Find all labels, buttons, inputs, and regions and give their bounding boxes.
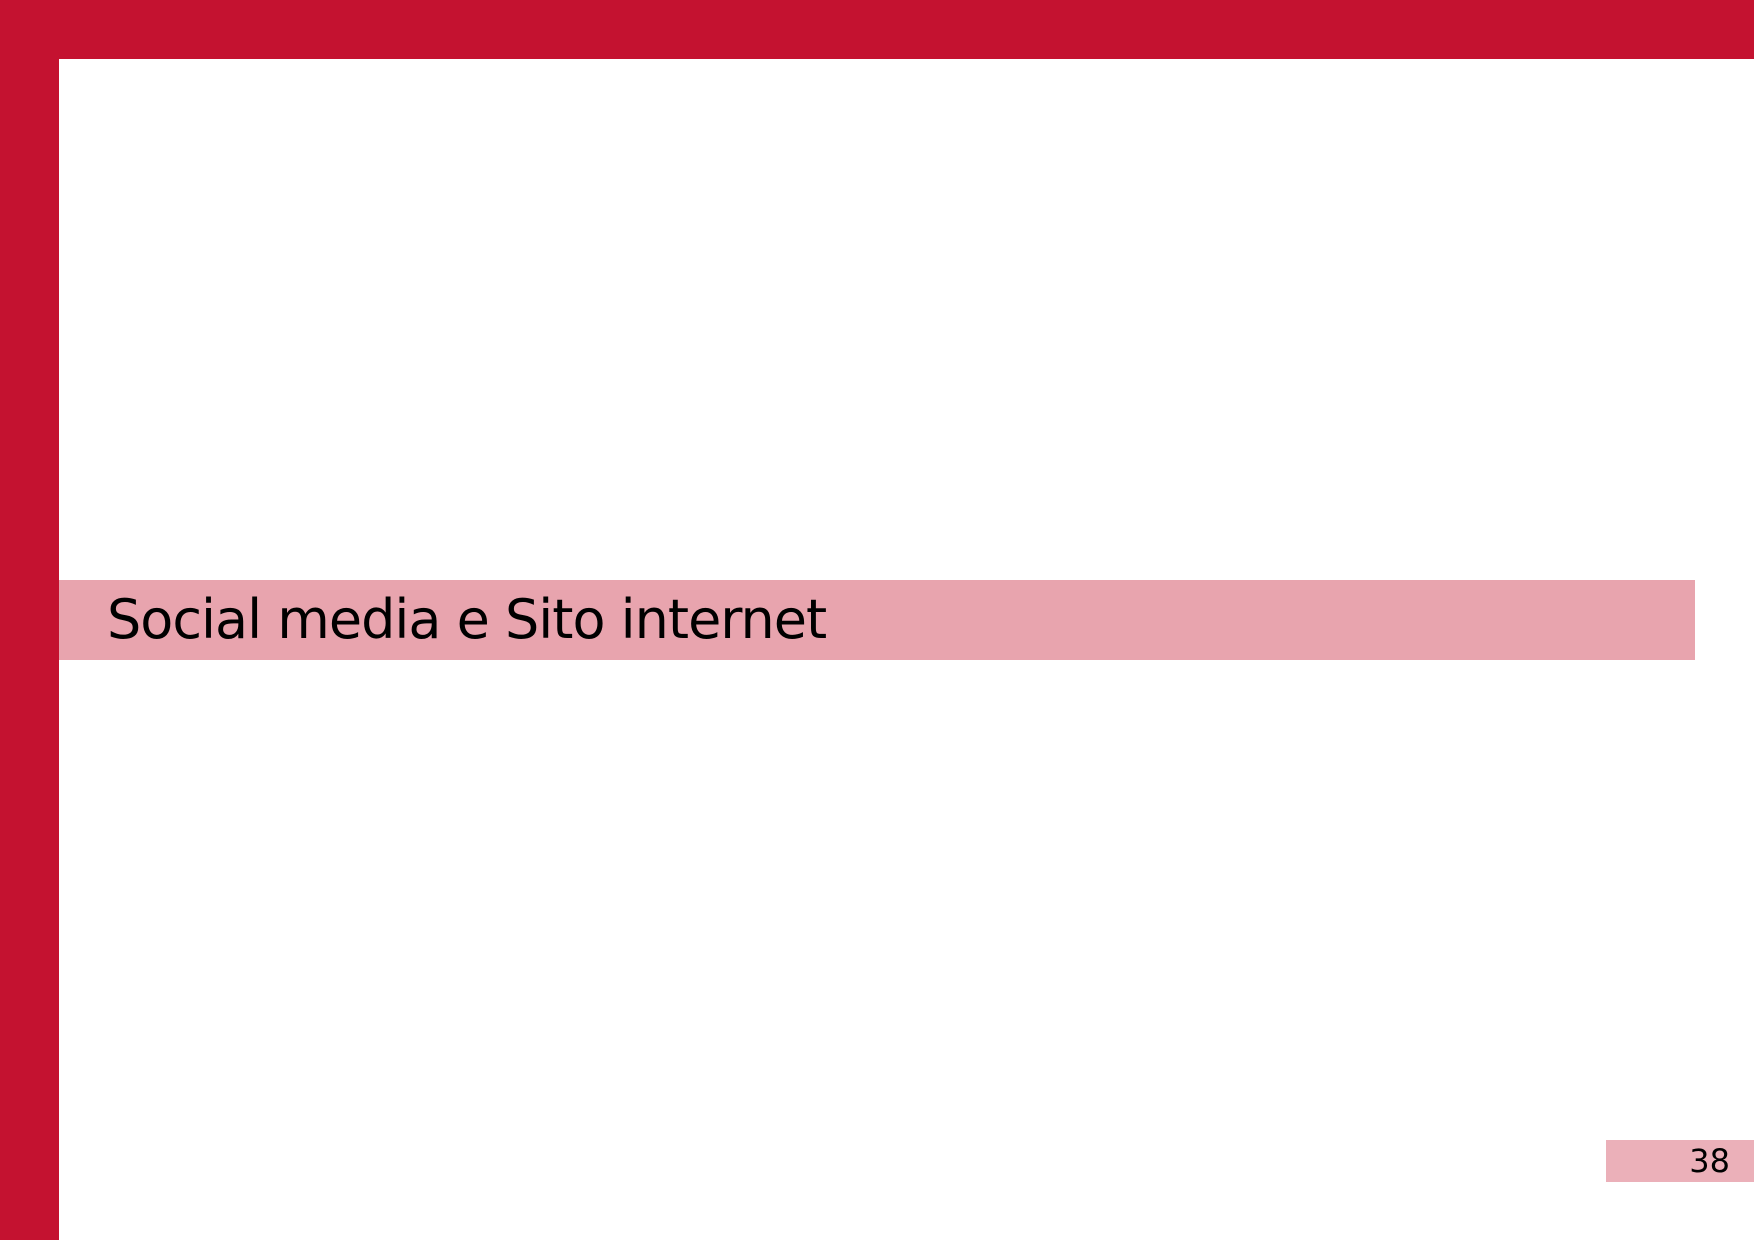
top-frame-bar (0, 0, 1754, 59)
left-frame-bar (0, 0, 59, 1240)
page-number: 38 (1689, 1142, 1730, 1180)
section-title: Social media e Sito internet (107, 588, 827, 651)
